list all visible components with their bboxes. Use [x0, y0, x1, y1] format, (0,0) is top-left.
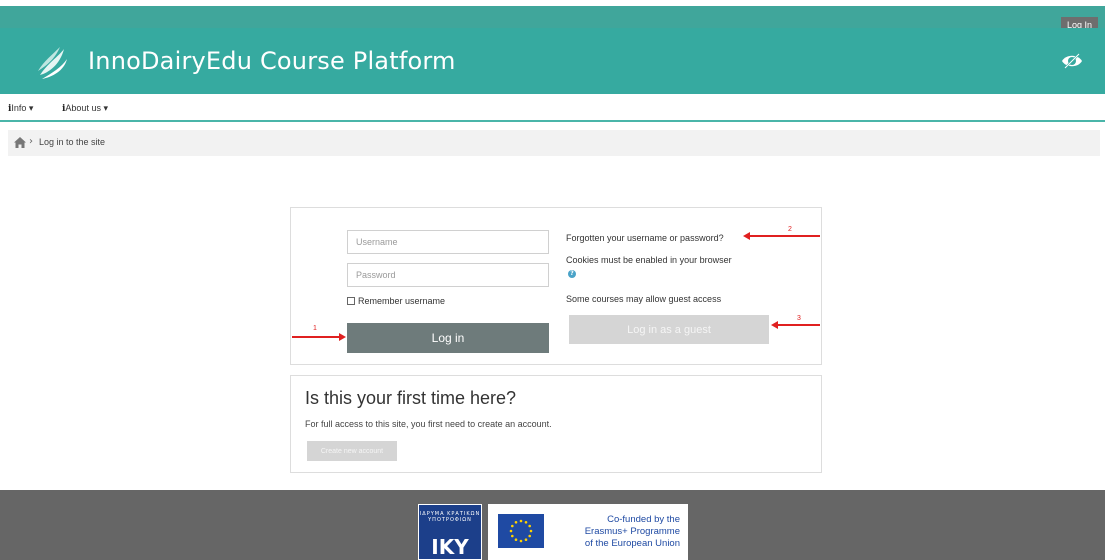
username-input[interactable]: [347, 230, 549, 254]
home-icon[interactable]: [14, 137, 26, 148]
signup-panel: Is this your first time here? For full a…: [290, 375, 822, 473]
site-title[interactable]: InnoDairyEdu Course Platform: [88, 47, 456, 75]
remember-label: Remember username: [358, 296, 446, 306]
annotation-number: 1: [313, 325, 317, 332]
signup-description: For full access to this site, you first …: [305, 419, 552, 429]
remember-username[interactable]: Remember username: [347, 296, 445, 306]
site-header: InnoDairyEdu Course Platform: [0, 28, 1105, 94]
create-account-button[interactable]: Create new account: [307, 441, 397, 461]
login-button[interactable]: Log in: [347, 323, 549, 353]
erasmus-text: Co-funded by the Erasmus+ Programme of t…: [585, 514, 680, 550]
breadcrumb: › Log in to the site: [8, 130, 1100, 156]
erasmus-line-3: of the European Union: [584, 538, 680, 549]
nav-item-label: About us ▾: [65, 103, 108, 113]
forgot-password-link[interactable]: Forgotten your username or password?: [566, 233, 724, 243]
annotation-arrowhead: [771, 321, 778, 329]
nav-item-info[interactable]: iInfo ▾: [8, 103, 33, 114]
annotation-line: [292, 336, 340, 338]
guest-access-text: Some courses may allow guest access: [566, 294, 722, 304]
erasmus-logo: Co-funded by the Erasmus+ Programme of t…: [488, 504, 688, 560]
nav-item-about[interactable]: iAbout us ▾: [62, 103, 108, 114]
iky-title: IKY: [431, 535, 469, 559]
iky-subtitle: ΙΔΡΥΜΑ ΚΡΑΤΙΚΩΝ ΥΠΟΤΡΟΦΙΩΝ: [419, 511, 481, 523]
iky-logo: ΙΔΡΥΜΑ ΚΡΑΤΙΚΩΝ ΥΠΟΤΡΟΦΙΩΝ IKY: [418, 504, 482, 560]
annotation-number: 2: [788, 226, 792, 233]
password-input[interactable]: [347, 263, 549, 287]
erasmus-line-1: Co-funded by the: [607, 514, 680, 525]
cookies-text: Cookies must be enabled in your browser: [566, 255, 732, 265]
accessibility-eye-icon[interactable]: [1061, 52, 1083, 70]
guest-login-button[interactable]: Log in as a guest: [569, 315, 769, 344]
annotation-line: [778, 324, 820, 326]
annotation-line: [750, 235, 820, 237]
login-panel: Remember username Log in Forgotten your …: [290, 207, 822, 365]
nav-item-label: Info ▾: [11, 103, 34, 113]
help-icon[interactable]: ?: [568, 270, 576, 278]
annotation-number: 3: [797, 315, 801, 322]
footer: ΙΔΡΥΜΑ ΚΡΑΤΙΚΩΝ ΥΠΟΤΡΟΦΙΩΝ IKY Co-funded…: [0, 490, 1105, 560]
eu-flag-icon: [498, 514, 544, 548]
breadcrumb-current: Log in to the site: [39, 137, 106, 147]
annotation-arrowhead: [743, 232, 750, 240]
annotation-arrowhead: [339, 333, 346, 341]
main-nav: iInfo ▾ iAbout us ▾: [0, 94, 1105, 122]
erasmus-line-2: Erasmus+ Programme: [584, 526, 680, 537]
remember-checkbox[interactable]: [347, 297, 355, 305]
breadcrumb-separator: ›: [29, 136, 33, 147]
top-bar: Log In: [0, 0, 1105, 34]
signup-title: Is this your first time here?: [305, 388, 517, 408]
logo-icon[interactable]: [34, 45, 70, 81]
